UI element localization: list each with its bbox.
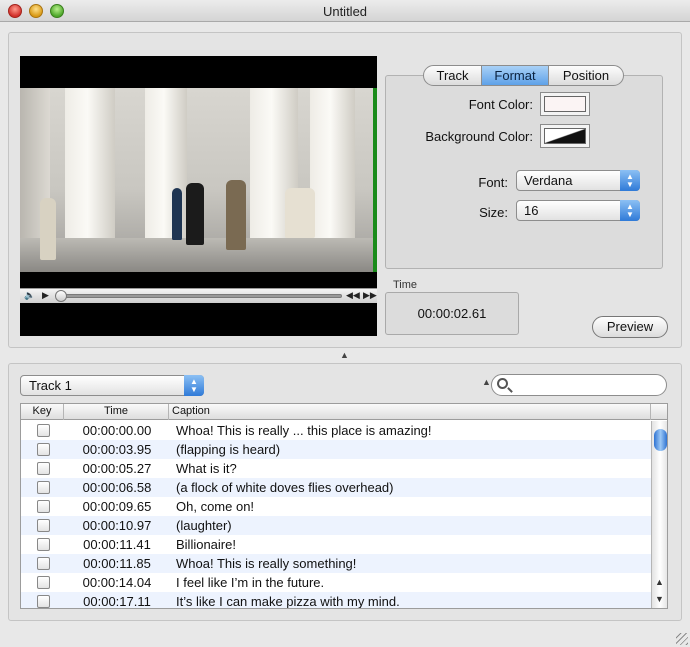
scrubber-track[interactable] (58, 294, 342, 298)
key-checkbox[interactable] (37, 519, 50, 532)
video-frame (20, 88, 375, 272)
key-checkbox[interactable] (37, 443, 50, 456)
table-row[interactable]: 00:00:11.85 Whoa! This is really somethin… (21, 554, 651, 573)
table-row[interactable]: 00:00:05.27 What is it? (21, 459, 651, 478)
tab-format[interactable]: Format (482, 66, 549, 85)
row-caption[interactable]: It’s like I can make pizza with my mind. (176, 594, 400, 608)
step-back-icon[interactable]: ◀◀ (346, 290, 360, 301)
scrollbar-thumb[interactable] (654, 429, 667, 451)
row-time: 00:00:11.85 (83, 556, 151, 571)
font-select[interactable]: Verdana ▲ ▼ (516, 170, 640, 191)
row-time: 00:00:05.27 (82, 461, 152, 476)
size-select[interactable]: 16 ▲ ▼ (516, 200, 640, 221)
key-checkbox[interactable] (37, 557, 50, 570)
table-row[interactable]: 00:00:17.11 It’s like I can make pizza wi… (21, 592, 651, 609)
search-options-icon[interactable]: ▲ (482, 377, 491, 387)
row-caption[interactable]: Billionaire! (176, 537, 236, 552)
key-checkbox[interactable] (37, 462, 50, 475)
table-row[interactable]: 00:00:09.65 Oh, come on! (21, 497, 651, 516)
table-row[interactable]: 00:00:11.41 Billionaire! (21, 535, 651, 554)
background-color-well[interactable] (540, 124, 590, 148)
table-row[interactable]: 00:00:00.00 Whoa! This is really ... this… (21, 421, 651, 440)
table-row[interactable]: 00:00:06.58 (a flock of white doves flies… (21, 478, 651, 497)
track-select-value: Track 1 (29, 378, 72, 393)
table-header: Key Time Caption (21, 404, 667, 420)
row-time: 00:00:11.41 (83, 537, 151, 552)
row-caption[interactable]: I feel like I’m in the future. (176, 575, 324, 590)
scroll-down-icon[interactable]: ▼ (655, 594, 664, 604)
key-checkbox[interactable] (37, 481, 50, 494)
scrubber-knob[interactable] (55, 290, 67, 302)
preview-button[interactable]: Preview (592, 316, 668, 338)
table-row[interactable]: 00:00:14.04 I feel like I’m in the future… (21, 573, 651, 592)
play-icon[interactable]: ▶ (42, 290, 49, 301)
search-field[interactable] (491, 374, 667, 396)
column-header-caption[interactable]: Caption (169, 404, 651, 420)
row-caption[interactable]: Oh, come on! (176, 499, 254, 514)
font-color-swatch (544, 96, 586, 112)
row-time: 00:00:17.11 (83, 594, 151, 609)
key-checkbox[interactable] (37, 595, 50, 608)
step-forward-icon[interactable]: ▶▶ (363, 290, 377, 301)
tab-position[interactable]: Position (549, 66, 623, 85)
row-caption[interactable]: (flapping is heard) (176, 442, 280, 457)
tab-track[interactable]: Track (424, 66, 482, 85)
table-scrollbar[interactable]: ▲ ▼ (651, 421, 667, 608)
row-time: 00:00:14.04 (82, 575, 152, 590)
chevron-updown-icon: ▲ ▼ (184, 375, 204, 396)
size-label: Size: (479, 205, 508, 220)
row-caption[interactable]: (a flock of white doves flies overhead) (176, 480, 394, 495)
title-bar: Untitled (0, 0, 690, 22)
key-checkbox[interactable] (37, 424, 50, 437)
video-edge-marker (373, 88, 377, 272)
resize-grip-icon[interactable] (676, 633, 688, 645)
search-icon (497, 378, 508, 389)
font-select-value: Verdana (524, 173, 573, 188)
volume-icon[interactable]: 🔈 (24, 290, 35, 301)
table-row[interactable]: 00:00:10.97 (laughter) (21, 516, 651, 535)
row-caption[interactable]: (laughter) (176, 518, 232, 533)
window-title: Untitled (322, 4, 368, 19)
chevron-updown-icon: ▲ ▼ (620, 200, 640, 221)
column-header-time[interactable]: Time (64, 404, 169, 420)
tab-bar: Track Format Position (423, 65, 624, 86)
scroll-up-icon[interactable]: ▲ (655, 577, 664, 587)
row-time: 00:00:03.95 (82, 442, 152, 457)
chevron-updown-icon: ▲ ▼ (620, 170, 640, 191)
background-color-label: Background Color: (425, 129, 533, 144)
font-color-label: Font Color: (468, 97, 533, 112)
search-input[interactable] (514, 377, 660, 393)
split-handle-icon[interactable]: ▲ (340, 350, 349, 360)
row-caption[interactable]: Whoa! This is really something! (176, 556, 356, 571)
row-caption[interactable]: Whoa! This is really ... this place is a… (176, 423, 432, 438)
time-label: Time (393, 279, 418, 291)
time-display: 00:00:02.61 (385, 292, 519, 335)
row-caption[interactable]: What is it? (176, 461, 237, 476)
row-time: 00:00:09.65 (82, 499, 152, 514)
column-header-key[interactable]: Key (21, 404, 64, 420)
track-select[interactable]: Track 1 ▲ ▼ (20, 375, 204, 396)
row-time: 00:00:06.58 (82, 480, 152, 495)
font-label: Font: (478, 175, 508, 190)
key-checkbox[interactable] (37, 500, 50, 513)
row-time: 00:00:10.97 (82, 518, 152, 533)
captions-table: Key Time Caption 00:00:00.00 Whoa! This i… (20, 403, 668, 609)
row-time: 00:00:00.00 (82, 423, 152, 438)
table-row[interactable]: 00:00:03.95 (flapping is heard) (21, 440, 651, 459)
size-select-value: 16 (524, 203, 539, 218)
video-controls: 🔈 ▶ ◀◀ ▶▶ (20, 288, 377, 303)
key-checkbox[interactable] (37, 538, 50, 551)
background-color-swatch (544, 128, 586, 144)
font-color-well[interactable] (540, 92, 590, 116)
key-checkbox[interactable] (37, 576, 50, 589)
